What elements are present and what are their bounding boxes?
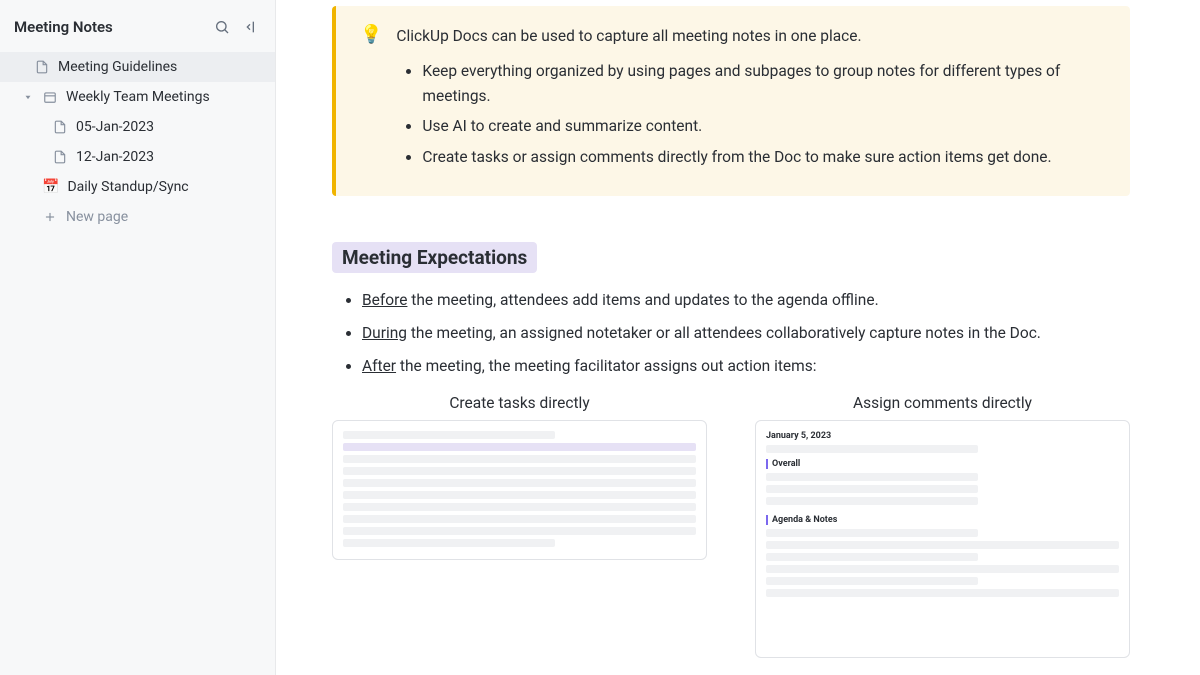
thumb-col-left: Create tasks directly [332, 394, 707, 658]
sidebar-item-standup[interactable]: 📅 Daily Standup/Sync [0, 172, 275, 202]
sidebar-nav: Meeting Guidelines Weekly Team Meetings … [0, 52, 275, 232]
sidebar-item-label: Meeting Guidelines [58, 59, 261, 75]
chevron-down-icon[interactable] [22, 92, 34, 102]
sidebar-item-label: 05-Jan-2023 [76, 119, 261, 135]
callout-block: 💡 ClickUp Docs can be used to capture al… [332, 6, 1130, 196]
new-page-button[interactable]: New page [0, 202, 275, 232]
calendar-emoji-icon: 📅 [42, 179, 59, 195]
sidebar-actions [213, 18, 261, 36]
sidebar-item-weekly[interactable]: Weekly Team Meetings [0, 82, 275, 112]
sidebar-item-12jan[interactable]: 12-Jan-2023 [0, 142, 275, 172]
sidebar-item-05jan[interactable]: 05-Jan-2023 [0, 112, 275, 142]
list-item: After the meeting, the meeting facilitat… [362, 353, 1130, 380]
sidebar-item-guidelines[interactable]: Meeting Guidelines [0, 52, 275, 82]
thumb-col-right: Assign comments directly January 5, 2023… [755, 394, 1130, 658]
doc-icon [52, 120, 68, 134]
thumb-agenda: Agenda & Notes [766, 515, 1119, 525]
lightbulb-icon: 💡 [360, 24, 382, 176]
sidebar-item-label: 12-Jan-2023 [76, 149, 261, 165]
calendar-icon [42, 90, 58, 104]
list-item: During the meeting, an assigned notetake… [362, 320, 1130, 347]
sidebar: Meeting Notes Meeting Guidelines We [0, 0, 276, 675]
sidebar-title: Meeting Notes [14, 18, 113, 36]
section-heading: Meeting Expectations [332, 242, 537, 273]
callout-intro: ClickUp Docs can be used to capture all … [396, 24, 1106, 49]
sidebar-header: Meeting Notes [0, 18, 275, 52]
main-content: 💡 ClickUp Docs can be used to capture al… [276, 0, 1200, 675]
callout-body: ClickUp Docs can be used to capture all … [396, 24, 1106, 176]
callout-bullet: Use AI to create and summarize content. [422, 114, 1106, 139]
thumb-title: Create tasks directly [332, 394, 707, 412]
thumbnail-assign-comments: January 5, 2023 Overall Agenda & Notes [755, 420, 1130, 658]
thumbnail-create-tasks [332, 420, 707, 560]
doc-icon [34, 60, 50, 74]
sidebar-item-label: Weekly Team Meetings [66, 89, 261, 105]
sidebar-item-label: Daily Standup/Sync [67, 179, 261, 195]
doc-icon [52, 150, 68, 164]
expectations-list: Before the meeting, attendees add items … [332, 287, 1130, 380]
new-page-label: New page [66, 209, 261, 225]
callout-bullet: Keep everything organized by using pages… [422, 59, 1106, 109]
search-icon[interactable] [213, 18, 231, 36]
thumb-title: Assign comments directly [755, 394, 1130, 412]
list-item: Before the meeting, attendees add items … [362, 287, 1130, 314]
thumbnail-columns: Create tasks directly Assign comments di… [332, 394, 1130, 658]
thumb-date: January 5, 2023 [766, 431, 1119, 441]
collapse-sidebar-icon[interactable] [243, 18, 261, 36]
callout-bullet: Create tasks or assign comments directly… [422, 145, 1106, 170]
plus-icon [42, 210, 58, 224]
thumb-overall: Overall [766, 459, 1119, 469]
